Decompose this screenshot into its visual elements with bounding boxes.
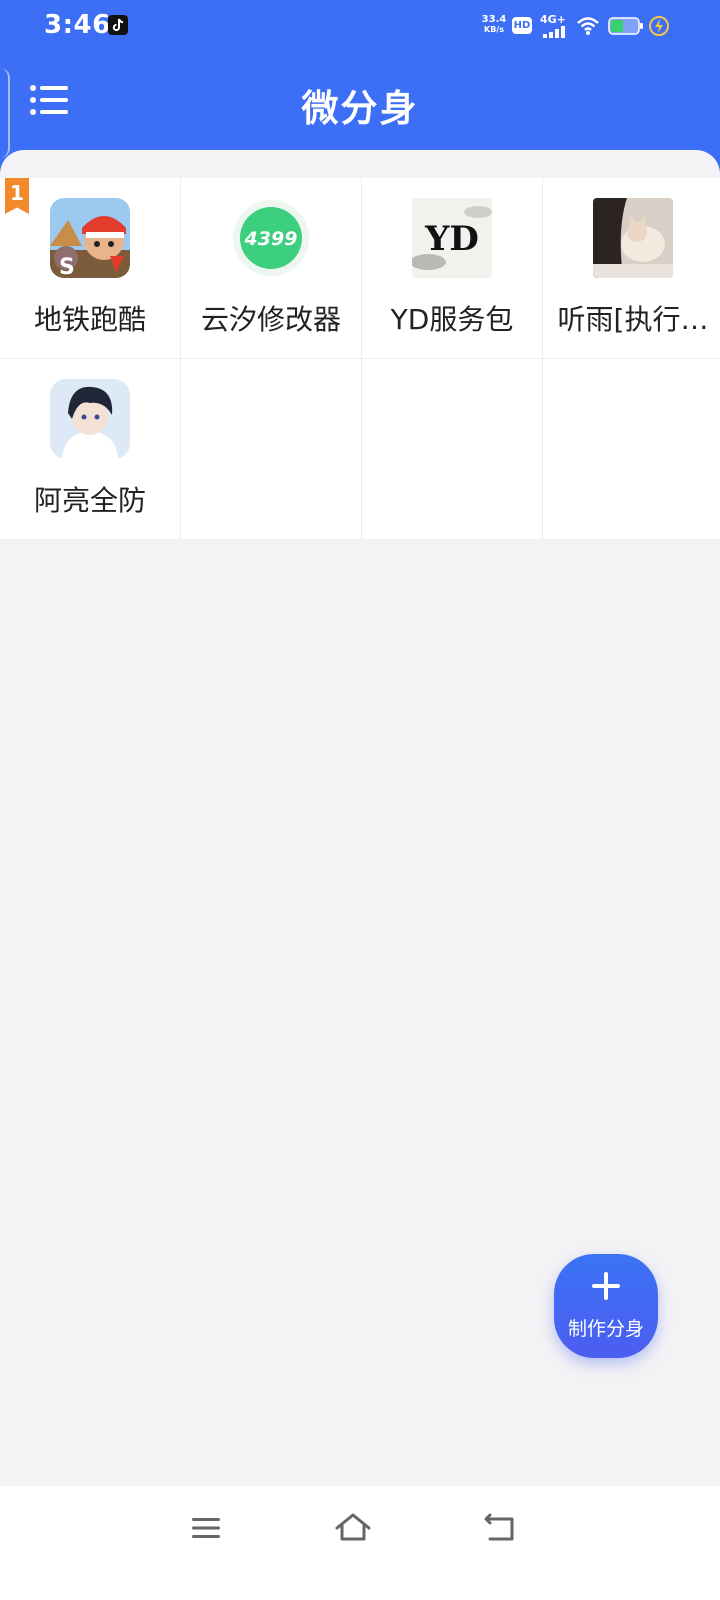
menu-lines-icon — [192, 1518, 220, 1538]
app-label: YD服务包 — [390, 303, 514, 336]
empty-grid-cell — [362, 359, 542, 539]
anime-avatar-icon — [50, 379, 130, 459]
yd-logo-icon: YD — [412, 198, 492, 278]
signal-icon — [543, 26, 565, 38]
4399-icon: 4399 — [231, 198, 311, 278]
home-icon — [335, 1513, 371, 1541]
home-button[interactable] — [333, 1508, 373, 1548]
back-icon — [484, 1513, 514, 1541]
subway-surfers-icon: S — [50, 198, 130, 278]
tiktok-icon — [108, 15, 128, 35]
app-grid: 1 S 地铁跑酷 4399 云汐修改器 YD YD服务包 听雨[执行… 阿亮全防 — [0, 178, 720, 539]
svg-text:4399: 4399 — [244, 228, 298, 250]
create-clone-label: 制作分身 — [567, 1318, 644, 1340]
plus-icon — [592, 1272, 620, 1300]
svg-text:YD: YD — [424, 219, 479, 259]
page-title: 微分身 — [301, 87, 419, 130]
network-type: 4G+ — [540, 13, 566, 26]
hd-icon: HD — [512, 17, 532, 34]
battery-icon — [608, 17, 643, 35]
status-time: 3:46 — [44, 10, 111, 40]
recents-button[interactable] — [186, 1508, 226, 1548]
app-item-yunxi-modifier[interactable]: 4399 云汐修改器 — [181, 178, 361, 358]
svg-text:S: S — [59, 255, 75, 278]
status-bar: 3:46 33.4 KB/s HD 4G+ — [0, 0, 720, 52]
app-label: 阿亮全防 — [33, 484, 146, 517]
app-item-aliang-fullguard[interactable]: 阿亮全防 — [0, 359, 180, 539]
app-item-tingyu[interactable]: 听雨[执行… — [543, 178, 720, 358]
app-label: 听雨[执行… — [557, 303, 709, 336]
app-item-subway-surfers[interactable]: 1 S 地铁跑酷 — [0, 178, 180, 358]
system-nav-bar — [0, 1486, 720, 1600]
empty-grid-cell — [543, 359, 720, 539]
photo-cat-icon — [593, 198, 673, 278]
wifi-icon — [577, 17, 599, 35]
create-clone-button[interactable]: 制作分身 — [554, 1254, 658, 1358]
back-button[interactable] — [480, 1508, 520, 1548]
app-label: 云汐修改器 — [200, 303, 341, 336]
network-speed: 33.4 KB/s — [481, 14, 507, 35]
charging-icon — [649, 16, 669, 36]
app-item-yd-service-pack[interactable]: YD YD服务包 — [362, 178, 542, 358]
empty-grid-cell — [181, 359, 361, 539]
rank-badge: 1 — [5, 178, 29, 214]
app-label: 地铁跑酷 — [33, 303, 146, 336]
